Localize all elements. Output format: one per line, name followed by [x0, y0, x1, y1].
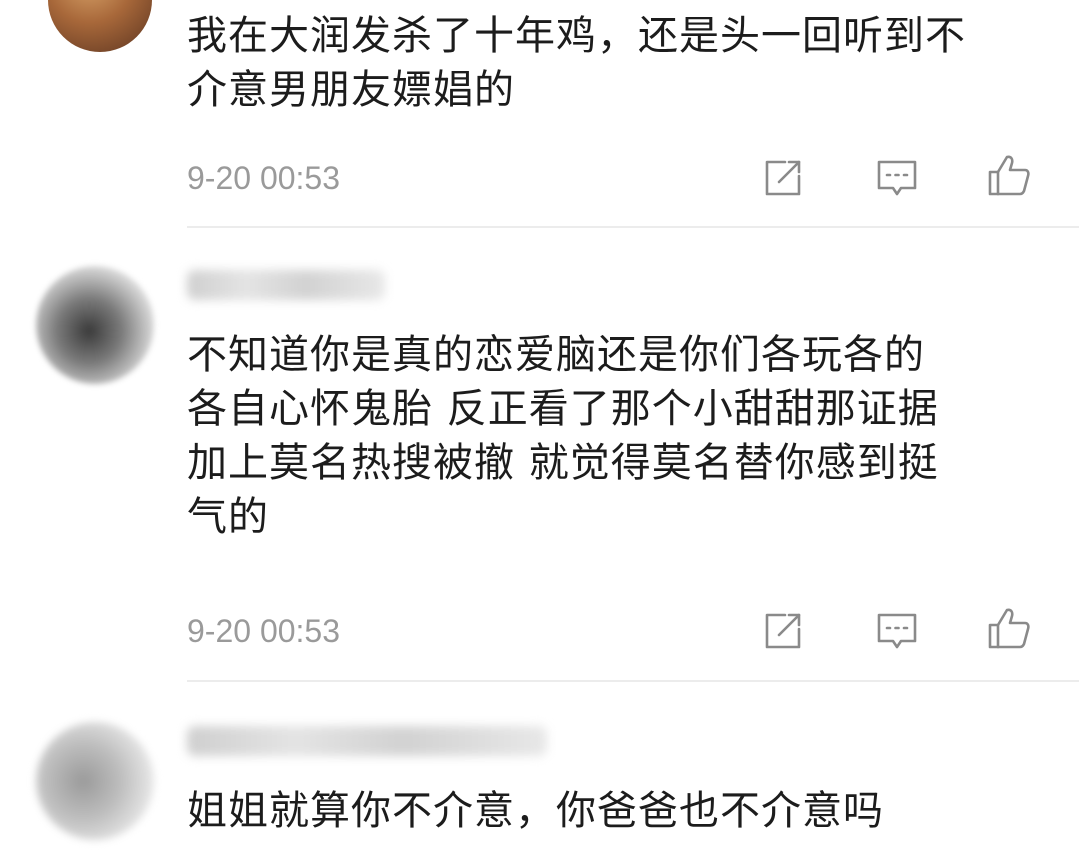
avatar[interactable]: [36, 722, 154, 840]
comment-item: 姐姐就算你不介意，你爸爸也不介意吗: [0, 682, 1079, 852]
avatar[interactable]: [36, 266, 154, 384]
like-icon[interactable]: [987, 606, 1031, 650]
share-icon[interactable]: [761, 609, 805, 653]
avatar[interactable]: [48, 0, 152, 52]
like-icon[interactable]: [987, 153, 1031, 197]
reply-icon[interactable]: [875, 609, 919, 653]
comment-item: 我在大润发杀了十年鸡，还是头一回听到不 介意男朋友嫖娼的 9-20 00:53: [0, 0, 1079, 228]
reply-icon[interactable]: [875, 156, 919, 200]
comment-timestamp: 9-20 00:53: [187, 160, 341, 196]
comment-text: 我在大润发杀了十年鸡，还是头一回听到不 介意男朋友嫖娼的: [187, 13, 966, 113]
username[interactable]: [187, 726, 547, 756]
comment-timestamp: 9-20 00:53: [187, 613, 341, 649]
share-icon[interactable]: [761, 156, 805, 200]
username[interactable]: [187, 270, 385, 300]
comment-item: 不知道你是真的恋爱脑还是你们各玩各的 各自心怀鬼胎 反正看了那个小甜甜那证据 加…: [0, 228, 1079, 682]
comment-text: 姐姐就算你不介意，你爸爸也不介意吗: [187, 788, 884, 834]
comment-text: 不知道你是真的恋爱脑还是你们各玩各的 各自心怀鬼胎 反正看了那个小甜甜那证据 加…: [187, 332, 939, 540]
